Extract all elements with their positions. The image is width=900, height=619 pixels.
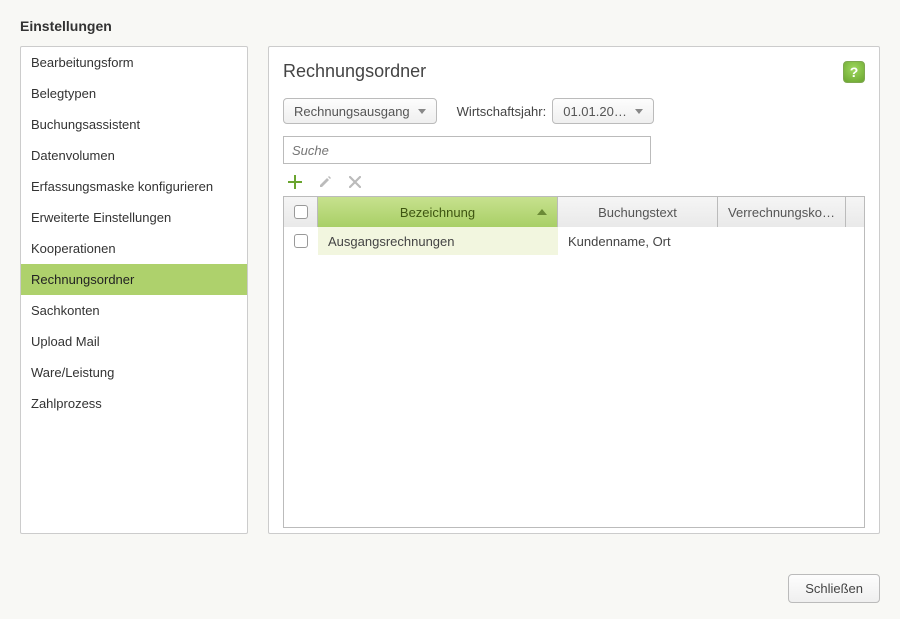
chevron-down-icon — [635, 109, 643, 114]
column-header-booking-text[interactable]: Buchungstext — [558, 197, 718, 227]
plus-icon[interactable] — [287, 174, 303, 190]
sidebar-item-kooperationen[interactable]: Kooperationen — [21, 233, 247, 264]
column-header-offset-account[interactable]: Verrechnungsko… — [718, 197, 846, 227]
sidebar-item-ware-leistung[interactable]: Ware/Leistung — [21, 357, 247, 388]
invoice-type-dropdown[interactable]: Rechnungsausgang — [283, 98, 437, 124]
pencil-icon — [317, 174, 333, 190]
sidebar-item-erweiterte[interactable]: Erweiterte Einstellungen — [21, 202, 247, 233]
folder-grid: Bezeichnung Buchungstext Verrechnungsko…… — [283, 196, 865, 528]
settings-sidebar: Bearbeitungsform Belegtypen Buchungsassi… — [20, 46, 248, 534]
grid-header: Bezeichnung Buchungstext Verrechnungsko… — [284, 197, 864, 227]
panel-title: Rechnungsordner — [283, 61, 426, 82]
sidebar-item-datenvolumen[interactable]: Datenvolumen — [21, 140, 247, 171]
sort-asc-icon — [537, 209, 547, 215]
fiscal-year-value: 01.01.20… — [563, 104, 627, 119]
column-header-offset-account-label: Verrechnungsko… — [728, 205, 835, 220]
grid-scroll-spacer — [846, 197, 864, 227]
select-all-checkbox[interactable] — [294, 205, 308, 219]
sidebar-item-zahlprozess[interactable]: Zahlprozess — [21, 388, 247, 419]
column-header-booking-text-label: Buchungstext — [598, 205, 677, 220]
column-header-name[interactable]: Bezeichnung — [318, 197, 558, 227]
row-checkbox[interactable] — [294, 234, 308, 248]
table-row[interactable]: Ausgangsrechnungen Kundenname, Ort — [284, 227, 864, 255]
column-header-checkbox[interactable] — [284, 197, 318, 227]
close-button[interactable]: Schließen — [788, 574, 880, 603]
sidebar-item-bearbeitungsform[interactable]: Bearbeitungsform — [21, 47, 247, 78]
fiscal-year-label: Wirtschaftsjahr: — [457, 104, 547, 119]
help-button[interactable]: ? — [843, 61, 865, 83]
row-cell-name: Ausgangsrechnungen — [318, 227, 558, 255]
grid-toolbar — [283, 174, 865, 190]
fiscal-year-dropdown[interactable]: 01.01.20… — [552, 98, 654, 124]
row-cell-booking-text: Kundenname, Ort — [558, 234, 718, 249]
content-panel: Rechnungsordner ? Rechnungsausgang Wirts… — [268, 46, 880, 534]
sidebar-item-rechnungsordner[interactable]: Rechnungsordner — [21, 264, 247, 295]
grid-body: Ausgangsrechnungen Kundenname, Ort — [284, 227, 864, 527]
search-input[interactable] — [283, 136, 651, 164]
chevron-down-icon — [418, 109, 426, 114]
sidebar-item-buchungsassistent[interactable]: Buchungsassistent — [21, 109, 247, 140]
sidebar-item-erfassungsmaske[interactable]: Erfassungsmaske konfigurieren — [21, 171, 247, 202]
question-icon: ? — [850, 64, 859, 80]
sidebar-item-sachkonten[interactable]: Sachkonten — [21, 295, 247, 326]
invoice-type-value: Rechnungsausgang — [294, 104, 410, 119]
sidebar-item-belegtypen[interactable]: Belegtypen — [21, 78, 247, 109]
x-icon — [347, 174, 363, 190]
column-header-name-label: Bezeichnung — [400, 205, 475, 220]
page-title: Einstellungen — [0, 0, 900, 46]
sidebar-item-upload-mail[interactable]: Upload Mail — [21, 326, 247, 357]
